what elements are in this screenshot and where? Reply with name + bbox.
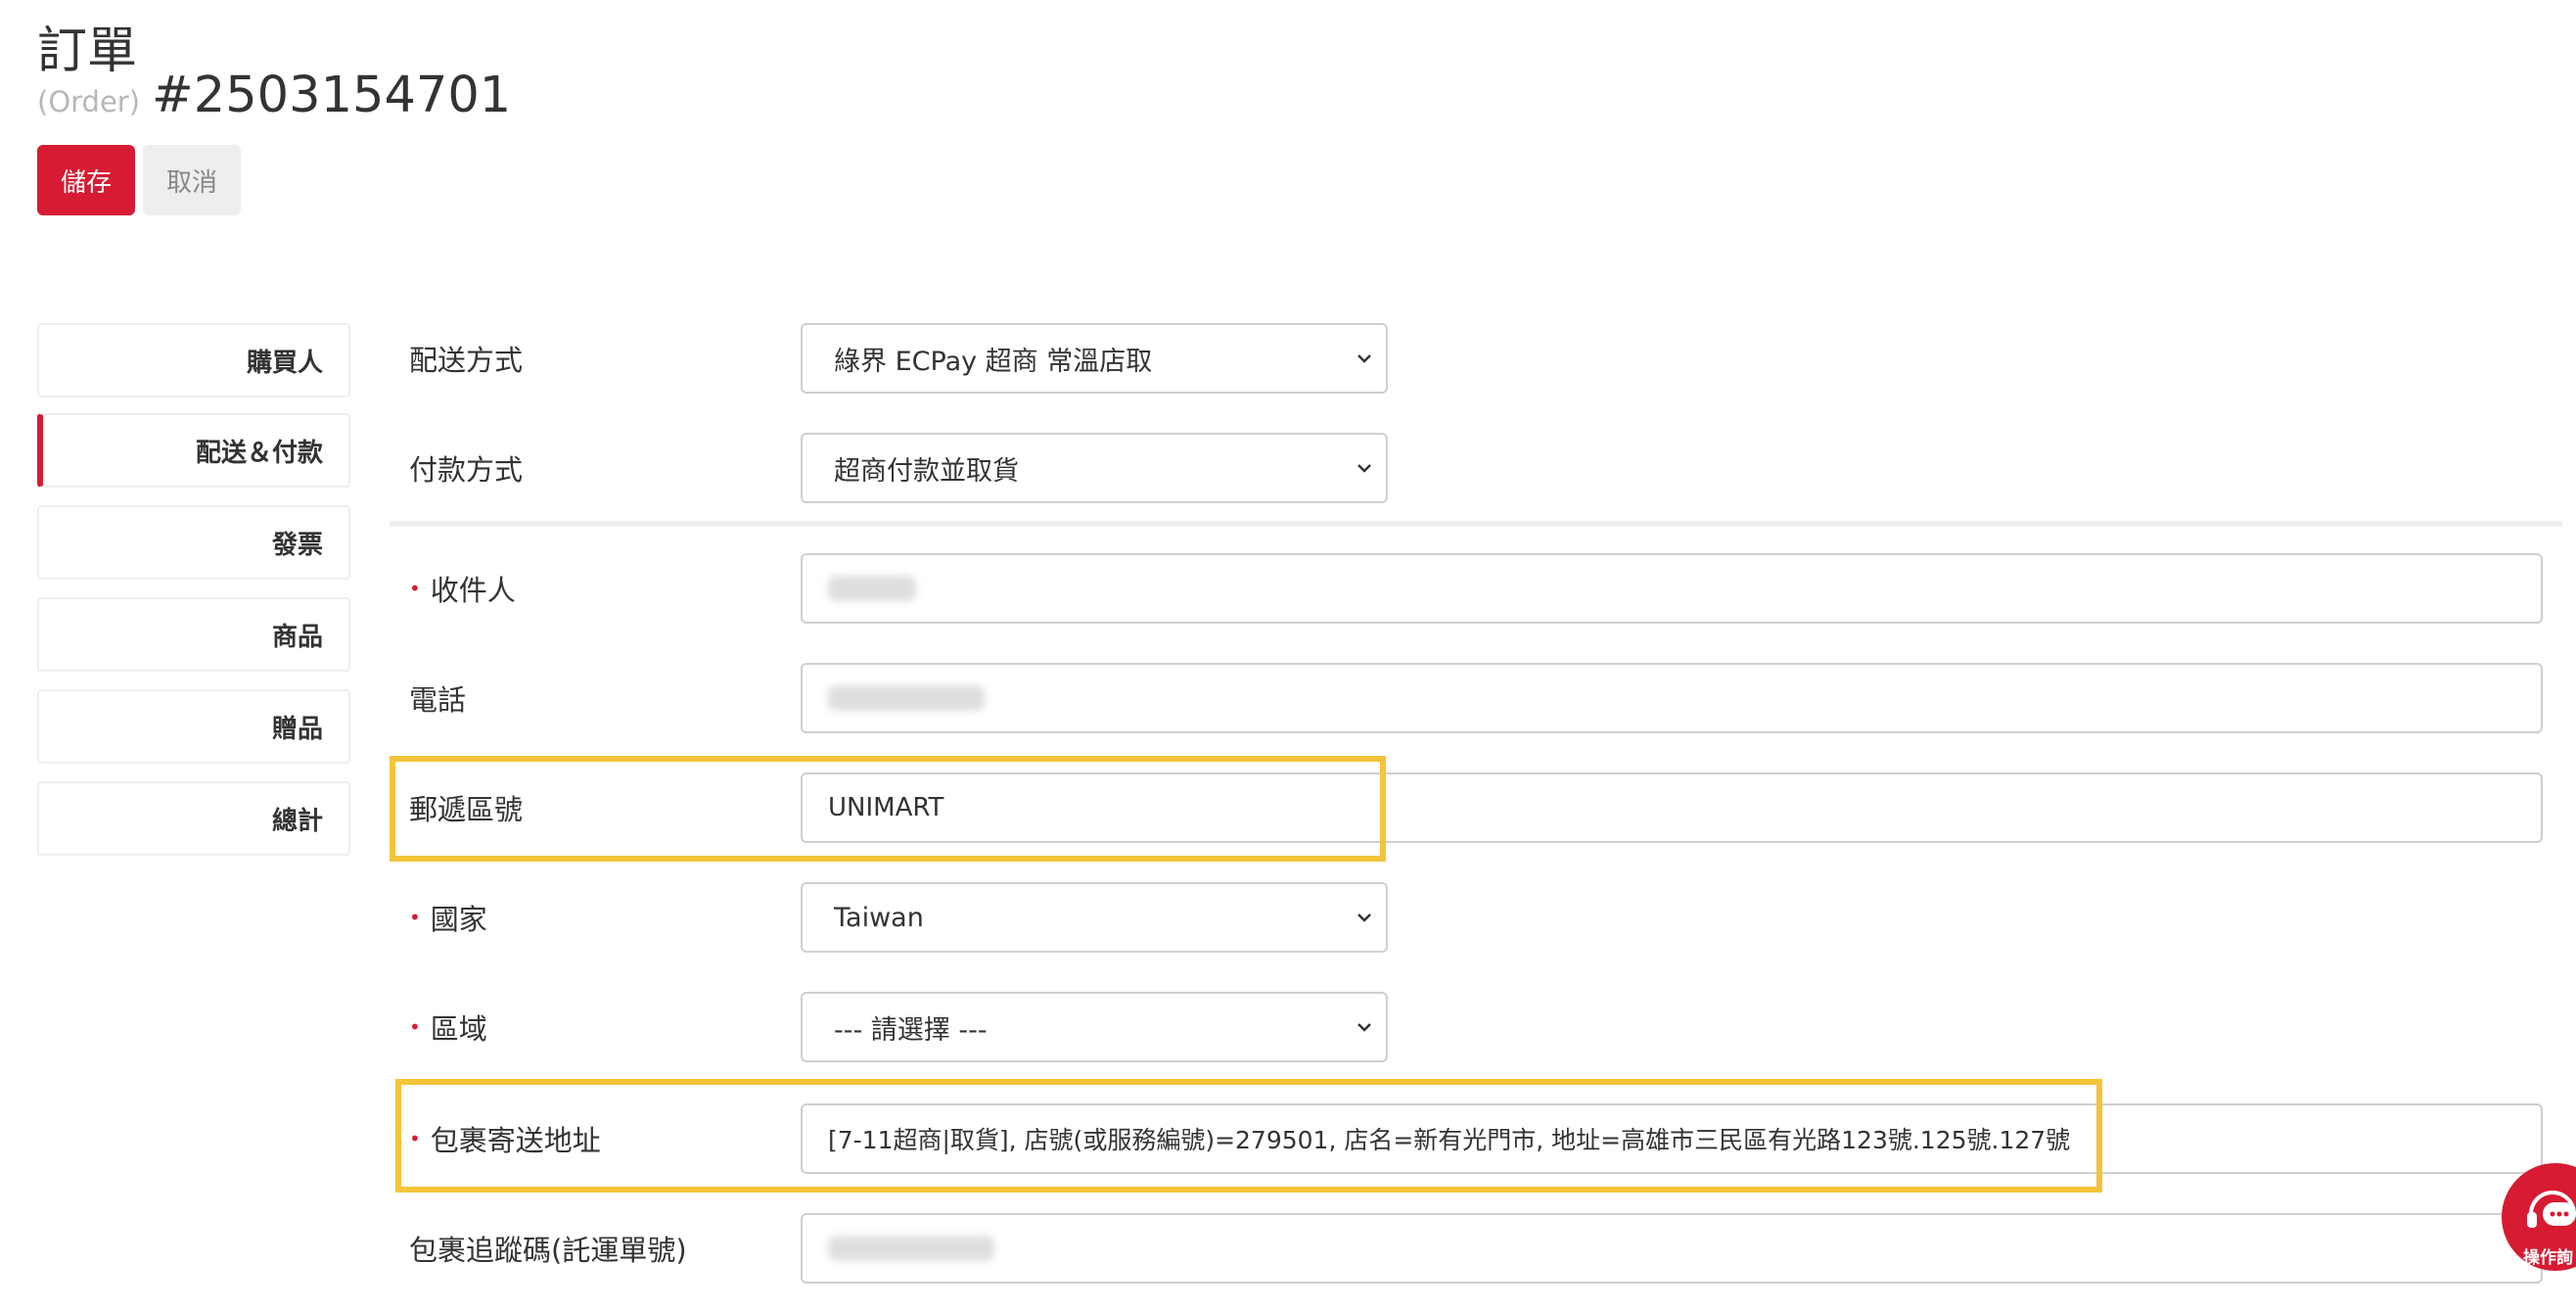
sidebar-item-products[interactable]: 商品 bbox=[37, 597, 350, 672]
payment-method-label: 付款方式 bbox=[409, 453, 524, 487]
sidebar-item-buyer[interactable]: 購買人 bbox=[37, 323, 350, 398]
country-select[interactable]: Taiwan bbox=[801, 882, 1388, 953]
sidebar-item-shipping-payment[interactable]: 配送＆付款 bbox=[37, 413, 350, 488]
chat-label: 操作詢 bbox=[2523, 1248, 2573, 1268]
chevron-down-icon bbox=[1357, 913, 1371, 922]
recipient-label: • 收件人 bbox=[409, 574, 516, 607]
save-button[interactable]: 儲存 bbox=[37, 145, 135, 215]
recipient-input[interactable] bbox=[801, 553, 2543, 624]
order-number: #2503154701 bbox=[152, 67, 512, 124]
region-value: --- 請選擇 --- bbox=[834, 1014, 988, 1046]
order-subtitle: (Order) #2503154701 bbox=[37, 67, 511, 124]
sidebar-item-total[interactable]: 總計 bbox=[37, 781, 350, 856]
postal-code-highlight-box bbox=[390, 756, 1386, 862]
chevron-down-icon bbox=[1357, 464, 1371, 473]
cancel-button[interactable]: 取消 bbox=[143, 145, 241, 215]
country-label: • 國家 bbox=[409, 903, 487, 936]
payment-method-value: 超商付款並取貨 bbox=[834, 455, 1019, 487]
sidebar-item-gifts[interactable]: 贈品 bbox=[37, 689, 350, 764]
shipping-address-highlight-box bbox=[395, 1079, 2102, 1193]
country-value: Taiwan bbox=[834, 902, 924, 933]
tracking-number-value-blurred bbox=[828, 1236, 994, 1261]
tracking-number-input[interactable] bbox=[801, 1213, 2543, 1284]
chevron-down-icon bbox=[1357, 1023, 1371, 1032]
chevron-down-icon bbox=[1357, 354, 1371, 363]
shipping-method-label: 配送方式 bbox=[409, 344, 524, 377]
required-marker: • bbox=[409, 577, 421, 600]
tracking-number-label: 包裹追蹤碼(託運單號) bbox=[409, 1234, 687, 1267]
payment-method-select[interactable]: 超商付款並取貨 bbox=[801, 433, 1388, 503]
required-marker: • bbox=[409, 906, 421, 929]
shipping-method-select[interactable]: 綠界 ECPay 超商 常溫店取 bbox=[801, 323, 1388, 394]
region-select[interactable]: --- 請選擇 --- bbox=[801, 992, 1388, 1062]
phone-label: 電話 bbox=[409, 683, 467, 717]
sidebar-item-invoice[interactable]: 發票 bbox=[37, 505, 350, 580]
phone-value-blurred bbox=[828, 685, 985, 711]
required-marker: • bbox=[409, 1015, 421, 1039]
order-label-en: (Order) bbox=[37, 85, 141, 118]
phone-input[interactable] bbox=[801, 663, 2543, 733]
chat-headset-icon bbox=[2527, 1191, 2576, 1228]
section-divider bbox=[390, 521, 2562, 527]
shipping-method-value: 綠界 ECPay 超商 常溫店取 bbox=[834, 346, 1153, 377]
recipient-value-blurred bbox=[828, 576, 916, 601]
region-label: • 區域 bbox=[409, 1012, 487, 1046]
